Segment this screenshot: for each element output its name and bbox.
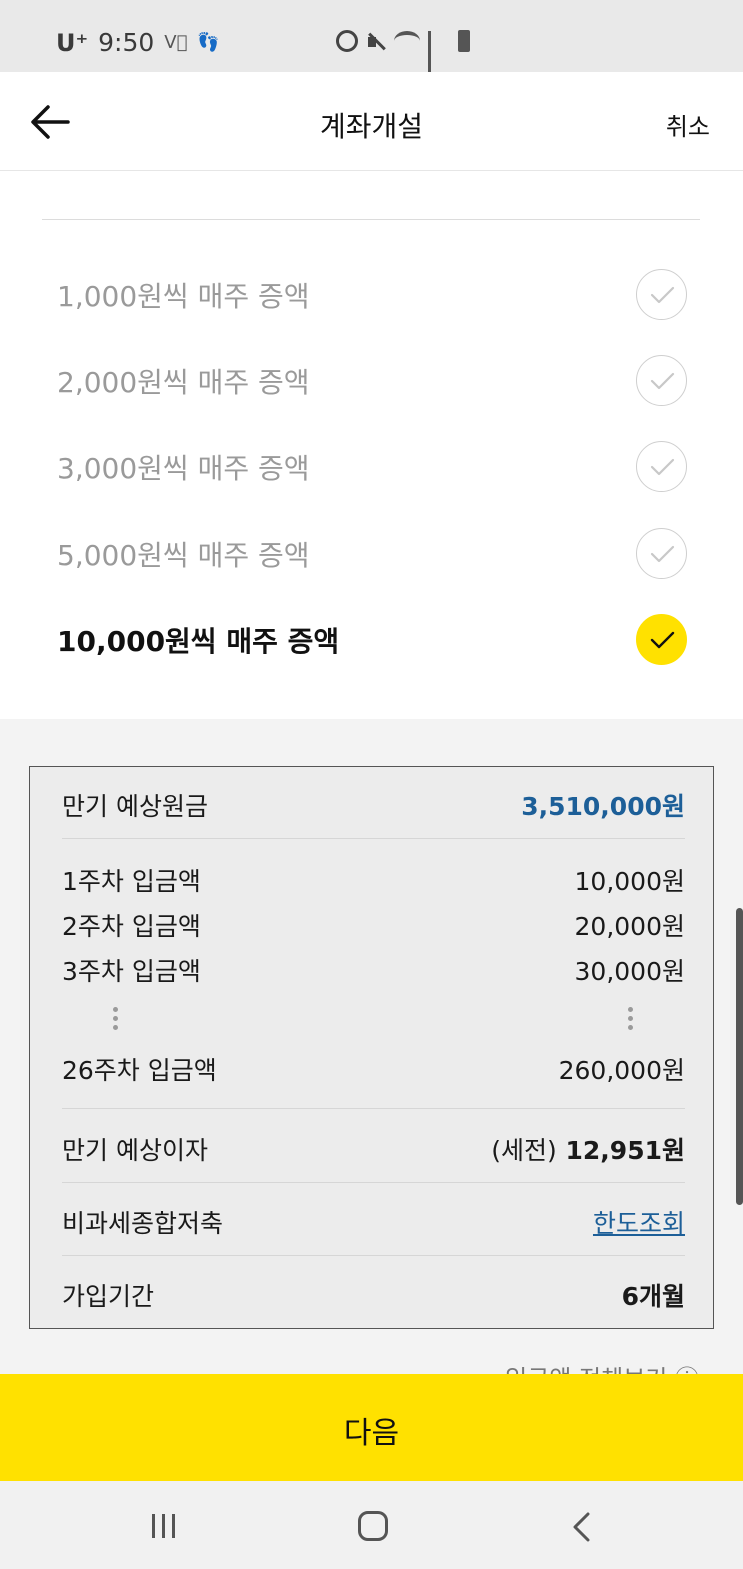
option-1000[interactable]: 1,000원씩 매주 증액 [0, 251, 743, 337]
week-label: 2주차 입금액 [62, 912, 201, 941]
increment-option-list: 1,000원씩 매주 증액 2,000원씩 매주 증액 3,000원씩 매주 증… [0, 171, 743, 719]
option-label: 5,000원씩 매주 증액 [57, 539, 310, 572]
status-bar: U⁺ 9:50 V⃝ 👣 [0, 0, 743, 78]
check-circle-icon[interactable] [636, 269, 687, 320]
interest-value-group: (세전) 12,951원 [491, 1131, 685, 1167]
check-circle-icon[interactable] [636, 441, 687, 492]
interest-value: 12,951원 [565, 1136, 685, 1165]
status-icons [336, 30, 470, 78]
week-value: 260,000원 [558, 1056, 685, 1085]
option-label: 10,000원씩 매주 증액 [57, 625, 340, 658]
week-value: 30,000원 [574, 957, 685, 986]
week-value: 10,000원 [574, 867, 685, 896]
interest-prefix: (세전) [491, 1136, 557, 1165]
option-3000[interactable]: 3,000원씩 매주 증액 [0, 423, 743, 509]
mute-icon [366, 31, 386, 51]
check-circle-icon[interactable] [636, 528, 687, 579]
divider [62, 1108, 685, 1109]
summary-section: 만기 예상원금 3,510,000원 1주차 입금액 10,000원 2주차 입… [0, 719, 743, 1393]
divider [62, 1182, 685, 1183]
option-2000[interactable]: 2,000원씩 매주 증액 [0, 337, 743, 423]
home-icon[interactable] [358, 1511, 388, 1541]
alarm-icon [336, 30, 358, 52]
week-label: 3주차 입금액 [62, 957, 201, 986]
option-label: 1,000원씩 매주 증액 [57, 280, 310, 313]
week-value: 20,000원 [574, 912, 685, 941]
summary-card: 만기 예상원금 3,510,000원 1주차 입금액 10,000원 2주차 입… [29, 766, 714, 1329]
battery-icon [458, 30, 470, 52]
wifi-icon [394, 31, 420, 51]
divider [42, 219, 700, 220]
period-value: 6개월 [621, 1282, 685, 1311]
check-circle-icon[interactable] [636, 355, 687, 406]
back-nav-icon[interactable] [570, 1511, 592, 1547]
system-nav-bar [0, 1481, 743, 1569]
carrier-label: U⁺ [56, 28, 89, 57]
interest-label: 만기 예상이자 [62, 1136, 208, 1165]
taxfree-label: 비과세종합저축 [62, 1209, 224, 1238]
option-label: 3,000원씩 매주 증액 [57, 452, 310, 485]
volte-icon: V⃝ [164, 32, 188, 53]
maturity-principal-label: 만기 예상원금 [62, 792, 208, 821]
status-left: U⁺ 9:50 V⃝ 👣 [56, 28, 220, 57]
page-title: 계좌개설 [319, 110, 424, 143]
scrollbar[interactable] [736, 908, 743, 1205]
divider [62, 1255, 685, 1256]
signal-icon [428, 31, 450, 78]
divider [62, 838, 685, 839]
week-label: 1주차 입금액 [62, 867, 201, 896]
walking-icon: 👣 [197, 32, 220, 53]
option-10000[interactable]: 10,000원씩 매주 증액 [0, 596, 743, 682]
recent-apps-icon[interactable] [152, 1514, 175, 1538]
option-5000[interactable]: 5,000원씩 매주 증액 [0, 510, 743, 596]
cancel-button[interactable]: 취소 [666, 107, 710, 142]
next-button[interactable]: 다음 [0, 1374, 743, 1481]
maturity-principal-value: 3,510,000원 [521, 792, 685, 821]
app-header: 계좌개설 취소 [0, 72, 743, 171]
limit-inquiry-link[interactable]: 한도조회 [593, 1204, 685, 1240]
period-label: 가입기간 [62, 1282, 155, 1311]
ellipsis-vertical-icon [628, 1007, 634, 1034]
ellipsis-vertical-icon [113, 1007, 119, 1034]
option-label: 2,000원씩 매주 증액 [57, 366, 310, 399]
week-label: 26주차 입금액 [62, 1056, 217, 1085]
check-circle-selected-icon[interactable] [636, 614, 687, 665]
status-time: 9:50 [98, 28, 155, 57]
